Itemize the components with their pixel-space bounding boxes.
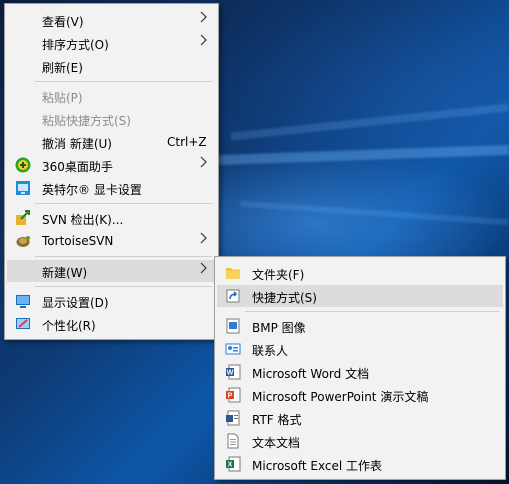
personalize-icon — [15, 316, 31, 332]
menu-item-label: BMP 图像 — [252, 321, 306, 335]
light-beam — [240, 200, 509, 226]
display-settings-icon — [15, 293, 31, 309]
submenu-item-word[interactable]: W Microsoft Word 文档 — [217, 361, 503, 383]
menu-item-tortoisesvn[interactable]: TortoiseSVN — [7, 230, 216, 252]
menu-item-label: 360桌面助手 — [42, 160, 113, 174]
menu-item-label: 英特尔® 显卡设置 — [42, 183, 142, 197]
chevron-right-icon — [200, 34, 208, 50]
menu-item-360-assistant[interactable]: 360桌面助手 — [7, 154, 216, 176]
svg-text:X: X — [228, 462, 233, 469]
menu-item-sort-by[interactable]: 排序方式(O) — [7, 32, 216, 54]
menu-item-label: 文本文档 — [252, 436, 301, 450]
svn-checkout-icon — [15, 210, 31, 226]
menu-item-svn-checkout[interactable]: SVN 检出(K)... — [7, 207, 216, 229]
menu-item-label: 文件夹(F) — [252, 268, 305, 282]
menu-item-label: Microsoft PowerPoint 演示文稿 — [252, 390, 429, 404]
menu-item-label: 个性化(R) — [42, 319, 96, 333]
menu-item-label: 粘贴(P) — [42, 91, 83, 105]
menu-item-label: 新建(W) — [42, 266, 88, 280]
menu-separator — [35, 286, 212, 287]
menu-item-label: 快捷方式(S) — [252, 291, 317, 305]
chevron-right-icon — [200, 232, 208, 248]
shortcut-icon — [225, 288, 241, 304]
submenu-item-excel[interactable]: X Microsoft Excel 工作表 — [217, 453, 503, 475]
chevron-right-icon — [200, 156, 208, 172]
svg-text:P: P — [228, 393, 233, 400]
bmp-image-icon — [225, 318, 241, 334]
text-document-icon — [225, 433, 241, 449]
menu-separator — [35, 256, 212, 257]
shortcut-label: Ctrl+Z — [167, 135, 207, 149]
menu-separator — [35, 81, 212, 82]
menu-item-label: RTF 格式 — [252, 413, 302, 427]
submenu-item-bmp[interactable]: BMP 图像 — [217, 315, 503, 337]
360-assistant-icon — [15, 157, 31, 173]
menu-item-label: TortoiseSVN — [42, 234, 114, 248]
powerpoint-icon: P — [225, 387, 241, 403]
menu-item-view[interactable]: 查看(V) — [7, 9, 216, 31]
menu-item-label: 排序方式(O) — [42, 38, 109, 52]
chevron-right-icon — [200, 262, 208, 278]
submenu-item-text[interactable]: 文本文档 — [217, 430, 503, 452]
rtf-document-icon — [225, 410, 241, 426]
submenu-item-contact[interactable]: 联系人 — [217, 338, 503, 360]
light-beam — [214, 144, 509, 166]
contact-icon — [225, 341, 241, 357]
light-beam — [230, 103, 509, 141]
menu-item-label: 显示设置(D) — [42, 296, 109, 310]
menu-item-new[interactable]: 新建(W) — [7, 260, 216, 282]
word-document-icon: W — [225, 364, 241, 380]
chevron-right-icon — [200, 11, 208, 27]
menu-item-display-settings[interactable]: 显示设置(D) — [7, 290, 216, 312]
submenu-item-shortcut[interactable]: 快捷方式(S) — [217, 285, 503, 307]
excel-icon: X — [225, 456, 241, 472]
menu-item-label: 撤消 新建(U) — [42, 137, 112, 151]
menu-item-label: Microsoft Excel 工作表 — [252, 459, 383, 473]
menu-item-label: 查看(V) — [42, 15, 84, 29]
menu-item-undo-new[interactable]: 撤消 新建(U) Ctrl+Z — [7, 131, 216, 153]
menu-item-label: 联系人 — [252, 344, 289, 358]
menu-item-intel-graphics[interactable]: 英特尔® 显卡设置 — [7, 177, 216, 199]
folder-icon — [225, 265, 241, 281]
menu-item-label: 刷新(E) — [42, 61, 83, 75]
menu-item-paste: 粘贴(P) — [7, 85, 216, 107]
submenu-item-rtf[interactable]: RTF 格式 — [217, 407, 503, 429]
submenu-item-folder[interactable]: 文件夹(F) — [217, 262, 503, 284]
menu-item-personalize[interactable]: 个性化(R) — [7, 313, 216, 335]
menu-separator — [245, 311, 499, 312]
tortoisesvn-icon — [15, 233, 31, 249]
menu-item-label: SVN 检出(K)... — [42, 213, 124, 227]
menu-item-paste-shortcut: 粘贴快捷方式(S) — [7, 108, 216, 130]
new-submenu: 文件夹(F) 快捷方式(S) BMP 图像 联系人 W Microsoft Wo… — [214, 256, 506, 480]
svg-text:W: W — [227, 370, 234, 377]
menu-separator — [35, 203, 212, 204]
submenu-item-powerpoint[interactable]: P Microsoft PowerPoint 演示文稿 — [217, 384, 503, 406]
menu-item-label: Microsoft Word 文档 — [252, 367, 370, 381]
desktop-context-menu: 查看(V) 排序方式(O) 刷新(E) 粘贴(P) 粘贴快捷方式(S) 撤消 新… — [4, 3, 219, 340]
intel-graphics-icon — [15, 180, 31, 196]
menu-item-refresh[interactable]: 刷新(E) — [7, 55, 216, 77]
menu-item-label: 粘贴快捷方式(S) — [42, 114, 131, 128]
